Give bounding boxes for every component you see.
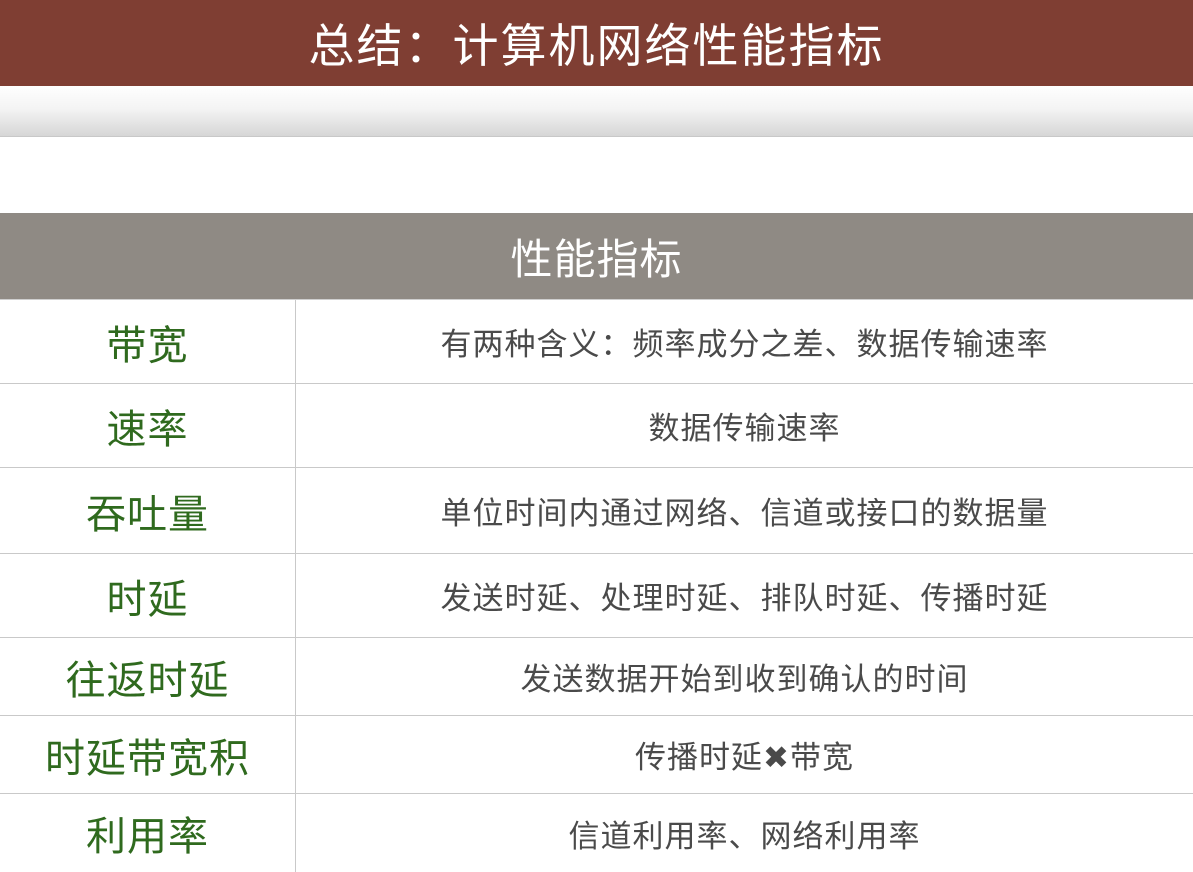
table-row: 利用率 信道利用率、网络利用率 [0,794,1193,872]
metric-description: 传播时延✖带宽 [635,740,854,776]
table-row: 速率 数据传输速率 [0,384,1193,468]
table-row: 带宽 有两种含义：频率成分之差、数据传输速率 [0,300,1193,384]
metric-description: 发送数据开始到收到确认的时间 [520,662,969,698]
table-row: 时延带宽积 传播时延✖带宽 [0,716,1193,794]
table-row: 时延 发送时延、处理时延、排队时延、传播时延 [0,554,1193,638]
metric-name: 时延带宽积 [0,716,296,793]
slide-title-bar: 总结：计算机网络性能指标 [0,0,1193,86]
metrics-table: 性能指标 带宽 有两种含义：频率成分之差、数据传输速率 速率 数据传输速率 吞吐… [0,213,1193,872]
metric-name: 时延 [0,554,296,637]
table-header-label: 性能指标 [510,234,683,284]
table-header: 性能指标 [0,213,1193,300]
metric-name: 往返时延 [0,638,296,715]
metric-name: 带宽 [0,300,296,383]
slide-title: 总结：计算机网络性能指标 [308,19,885,73]
metric-name: 速率 [0,384,296,467]
metric-description: 有两种含义：频率成分之差、数据传输速率 [440,327,1049,363]
metric-name: 吞吐量 [0,468,296,553]
metric-description: 数据传输速率 [648,411,841,447]
metric-description: 发送时延、处理时延、排队时延、传播时延 [440,581,1049,617]
title-divider [0,86,1193,137]
table-row: 往返时延 发送数据开始到收到确认的时间 [0,638,1193,716]
table-row: 吞吐量 单位时间内通过网络、信道或接口的数据量 [0,468,1193,554]
metric-description: 单位时间内通过网络、信道或接口的数据量 [440,496,1049,532]
metric-description: 信道利用率、网络利用率 [568,818,921,855]
metric-name: 利用率 [0,794,296,872]
